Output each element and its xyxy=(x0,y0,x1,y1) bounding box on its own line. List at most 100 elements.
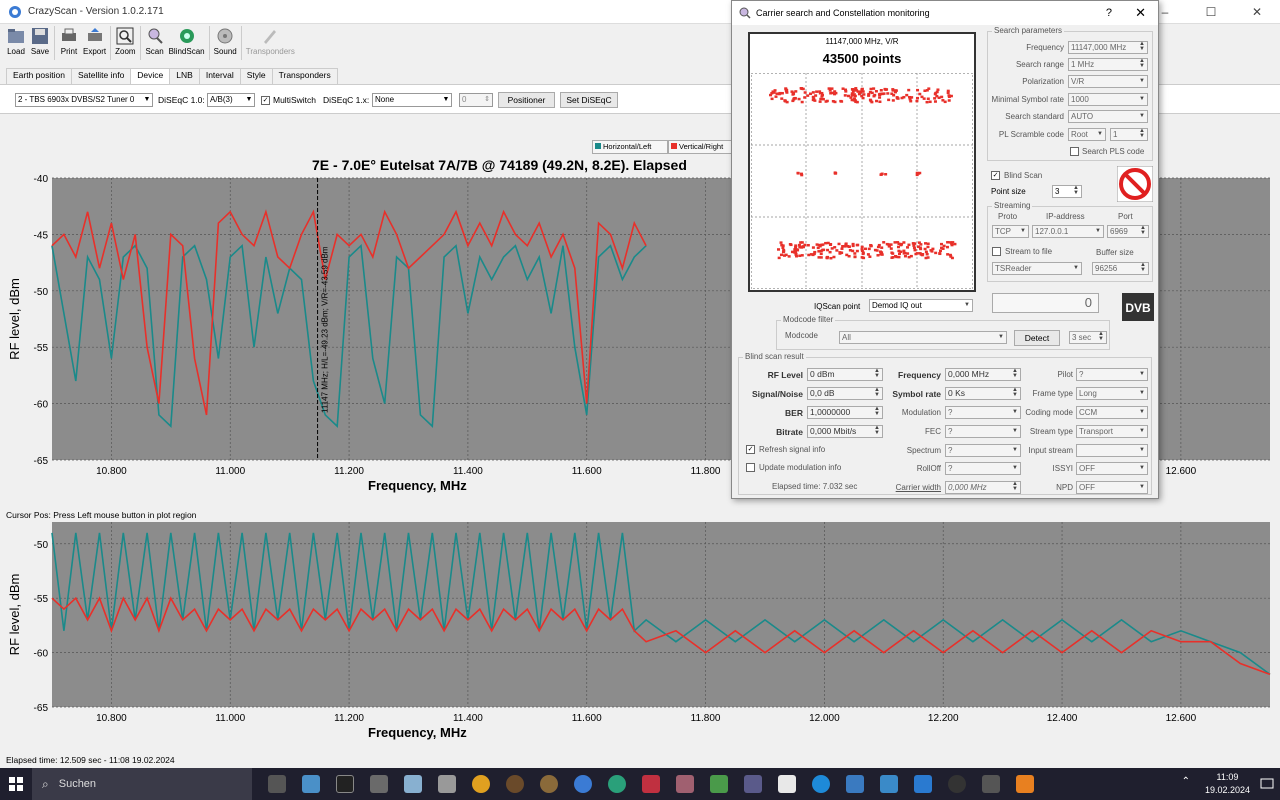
tab-transponders[interactable]: Transponders xyxy=(271,68,338,84)
constellation-point xyxy=(945,245,949,249)
constellation-diagram[interactable] xyxy=(751,73,973,289)
constellation-point xyxy=(828,89,832,92)
dialog-close-button[interactable]: ✕ xyxy=(1135,1,1146,25)
diseqc1x-select[interactable]: None ▼ xyxy=(372,93,452,107)
constellation-point xyxy=(909,99,913,103)
refresh-signal-checkbox[interactable]: ✓ xyxy=(746,445,755,454)
modcode-select[interactable]: All ▼ xyxy=(839,331,1007,344)
tab-interval[interactable]: Interval xyxy=(198,68,241,84)
task-view-icon[interactable] xyxy=(260,768,294,800)
stream-to-file-checkbox[interactable] xyxy=(992,247,1001,256)
tab-satellite-info[interactable]: Satellite info xyxy=(70,68,132,84)
blindscan-button[interactable]: BlindScan xyxy=(169,24,205,62)
vlc-icon[interactable] xyxy=(1008,768,1042,800)
buffer-size-field[interactable]: 96256 ▲ ▼ xyxy=(1092,262,1149,275)
crazyscan-taskbar-icon[interactable] xyxy=(566,768,600,800)
taskbar-search-text: Suchen xyxy=(58,778,97,790)
iqscan-select[interactable]: Demod IQ out ▼ xyxy=(869,299,973,312)
point-size-field[interactable]: 3 ▲ ▼ xyxy=(1052,185,1082,198)
pl-scramble-number[interactable]: 1 ▲ ▼ xyxy=(1110,128,1148,141)
constellation-point xyxy=(833,246,837,249)
carrier-width-label[interactable]: Carrier width xyxy=(881,483,941,492)
search-frequency-field[interactable]: 11147,000 MHz ▲ ▼ xyxy=(1068,41,1148,54)
diseqc-spin[interactable]: 0 ⇕ xyxy=(459,93,493,107)
set-diseqc-button[interactable]: Set DiSEqC xyxy=(560,92,618,108)
app-icon[interactable] xyxy=(362,768,396,800)
app-icon[interactable] xyxy=(294,768,328,800)
tab-earth-position[interactable]: Earth position xyxy=(6,68,72,84)
app-icon[interactable] xyxy=(634,768,668,800)
detect-button[interactable]: Detect xyxy=(1014,330,1060,346)
tab-style[interactable]: Style xyxy=(239,68,273,84)
print-button[interactable]: Print xyxy=(59,24,79,62)
app-icon[interactable] xyxy=(872,768,906,800)
spin-arrows-icon: ▲ ▼ xyxy=(1140,262,1146,273)
search-pls-checkbox[interactable] xyxy=(1070,147,1079,156)
positioner-button[interactable]: Positioner xyxy=(498,92,555,108)
detect-seconds-field[interactable]: 3 sec ▲ ▼ xyxy=(1069,331,1107,344)
app-icon[interactable] xyxy=(940,768,974,800)
legend-vertical[interactable]: Vertical/Right xyxy=(668,140,732,154)
taskbar-search[interactable]: ⌕ Suchen xyxy=(32,768,252,800)
edge-icon[interactable] xyxy=(804,768,838,800)
search-range-field[interactable]: 1 MHz ▲ ▼ xyxy=(1068,58,1148,71)
min-symbol-rate-select[interactable]: 1000 ▼ xyxy=(1068,93,1148,106)
polarization-select[interactable]: V/R ▼ xyxy=(1068,75,1148,88)
mail-icon[interactable] xyxy=(906,768,940,800)
app-icon[interactable] xyxy=(736,768,770,800)
proto-select[interactable]: TCP ▼ xyxy=(992,225,1029,238)
diseqc10-select[interactable]: A/B(3) ▼ xyxy=(207,93,255,107)
app-icon[interactable] xyxy=(532,768,566,800)
notification-icon[interactable] xyxy=(1260,777,1274,791)
proto-value: TCP xyxy=(995,227,1011,236)
pl-scramble-select[interactable]: Root ▼ xyxy=(1068,128,1106,141)
spectrum-chart-lower[interactable]: 10.800 11.000 11.200 11.400 11.600 11.800 12.0… xyxy=(0,522,1280,752)
settings-tabs: Earth position Satellite info Device LNB… xyxy=(6,68,338,84)
constellation-point xyxy=(886,92,890,95)
stream-reader-select[interactable]: TSReader ▼ xyxy=(992,262,1082,275)
system-tray-icon[interactable]: ⌃ xyxy=(1182,776,1190,787)
scan-button[interactable]: Scan xyxy=(145,24,165,62)
port-field[interactable]: 6969 ▲ ▼ xyxy=(1107,225,1149,238)
chevron-down-icon: ▼ xyxy=(1073,265,1079,271)
app-icon[interactable] xyxy=(838,768,872,800)
save-button[interactable]: Save xyxy=(30,24,50,62)
dvb-app-icon[interactable] xyxy=(328,768,362,800)
sound-button[interactable]: Sound xyxy=(214,24,237,62)
legend-horizontal[interactable]: Horizontal/Left xyxy=(592,140,668,154)
dvb-logo-icon: DVB xyxy=(1122,293,1154,321)
database-icon[interactable] xyxy=(430,768,464,800)
tab-lnb[interactable]: LNB xyxy=(169,68,200,84)
app-icon[interactable] xyxy=(396,768,430,800)
app-icon[interactable] xyxy=(770,768,804,800)
app-icon[interactable] xyxy=(702,768,736,800)
start-button[interactable] xyxy=(0,768,32,800)
clock-time: 11:09 xyxy=(1216,772,1239,782)
close-button[interactable]: ✕ xyxy=(1234,0,1280,24)
maximize-button[interactable]: ☐ xyxy=(1188,0,1234,24)
constellation-point xyxy=(840,251,844,255)
transponders-button[interactable]: Transponders xyxy=(246,24,295,62)
blind-scan-checkbox[interactable]: ✓ xyxy=(991,171,1000,180)
chrome-icon[interactable] xyxy=(464,768,498,800)
constellation-point xyxy=(864,247,868,251)
app-icon[interactable] xyxy=(498,768,532,800)
crazyscan-taskbar-icon[interactable] xyxy=(600,768,634,800)
search-standard-select[interactable]: AUTO ▼ xyxy=(1068,110,1148,123)
stop-scan-button[interactable] xyxy=(1117,166,1153,202)
spectrum-plot-lower[interactable]: 10.800 11.000 11.200 11.400 11.600 11.800 12.0… xyxy=(0,522,1280,752)
export-button[interactable]: Export xyxy=(83,24,106,62)
multiswitch-checkbox[interactable]: ✓ xyxy=(261,96,270,105)
tuner-select[interactable]: 2 - TBS 6903x DVBS/S2 Tuner 0 ▼ xyxy=(15,93,153,107)
taskbar-clock[interactable]: 11:09 19.02.2024 xyxy=(1205,771,1250,797)
constellation-point xyxy=(839,99,843,103)
help-button[interactable]: ? xyxy=(1106,1,1112,25)
tab-device[interactable]: Device xyxy=(130,68,171,84)
ip-address-select[interactable]: 127.0.0.1 ▼ xyxy=(1032,225,1104,238)
zoom-button[interactable]: Zoom xyxy=(115,24,136,62)
update-modulation-checkbox[interactable] xyxy=(746,463,755,472)
windows-logo-icon xyxy=(9,777,23,791)
app-icon[interactable] xyxy=(974,768,1008,800)
load-button[interactable]: Load xyxy=(6,24,26,62)
app-icon[interactable] xyxy=(668,768,702,800)
